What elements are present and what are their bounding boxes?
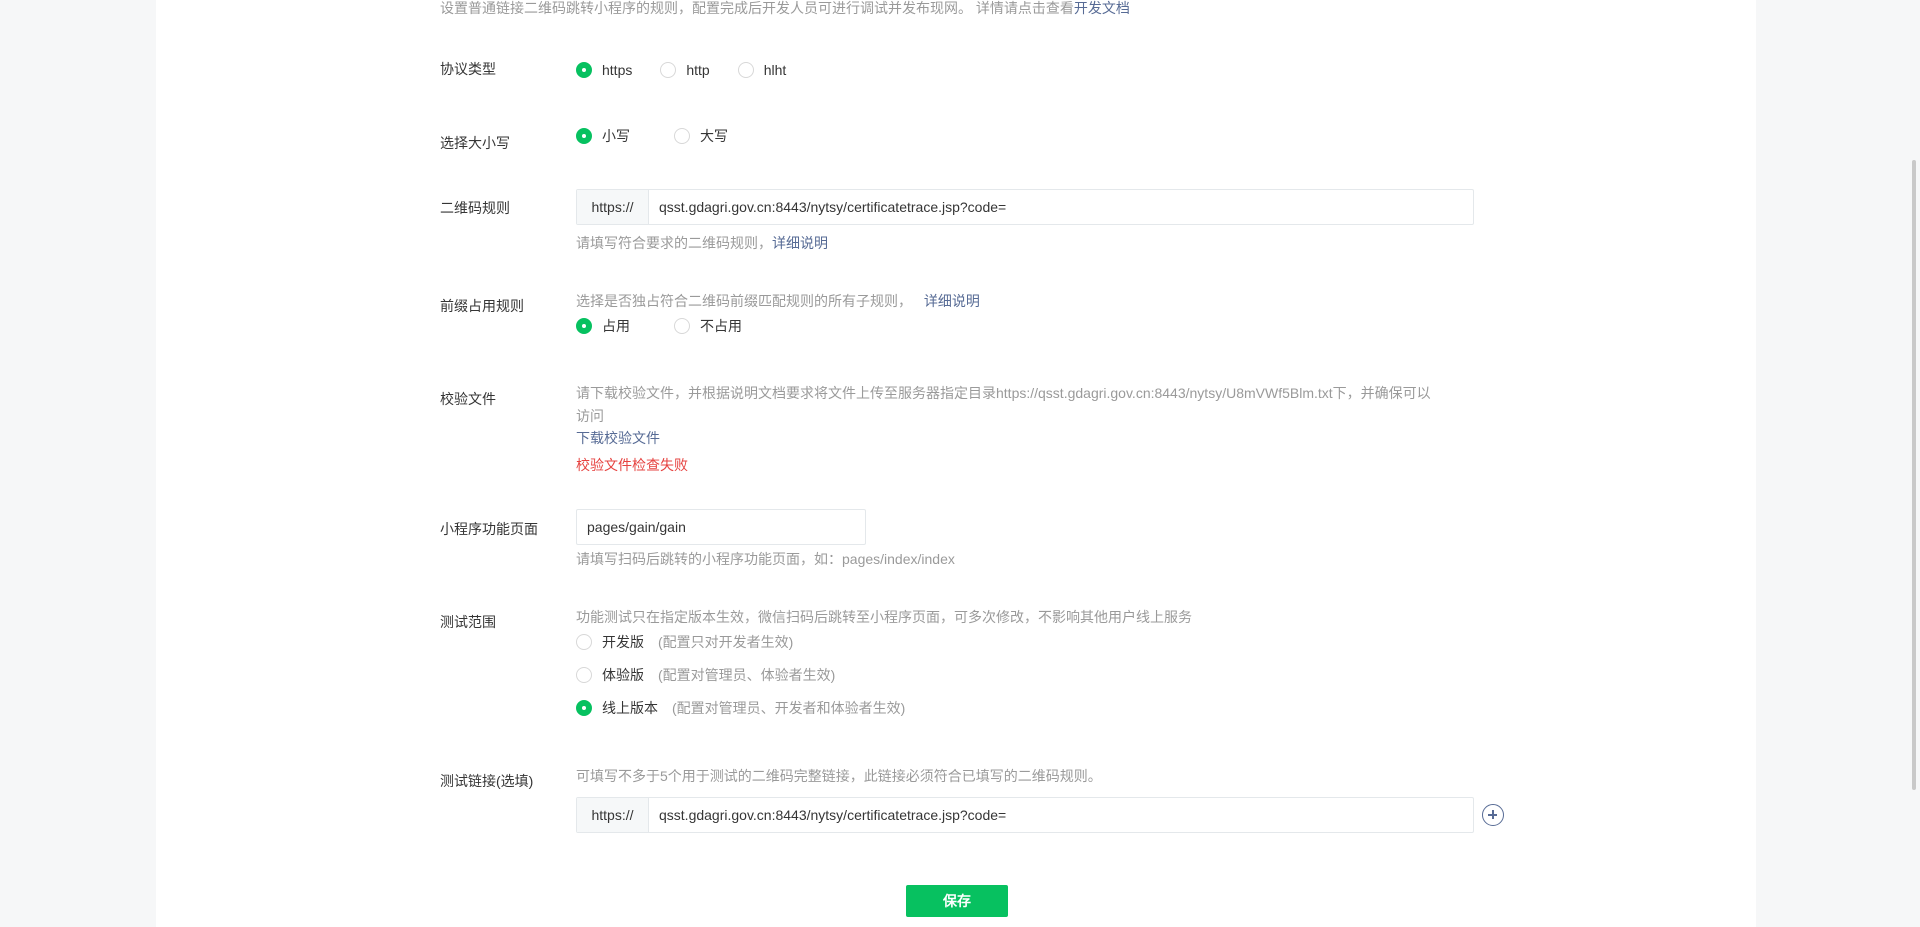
scope-option-dev[interactable]: 开发版 (配置只对开发者生效) (576, 632, 793, 652)
radio-checked-icon[interactable] (576, 700, 592, 716)
protocol-option-https[interactable]: https (576, 60, 632, 80)
radio-label: hlht (763, 62, 787, 78)
save-button[interactable]: 保存 (906, 885, 1008, 917)
case-radio-group: 小写 大写 (576, 126, 728, 146)
prefix-option-occupy[interactable]: 占用 (576, 316, 630, 336)
radio-checked-icon[interactable] (576, 128, 592, 144)
prefix-option-not-occupy[interactable]: 不占用 (674, 316, 742, 336)
radio-note: (配置只对开发者生效) (658, 634, 794, 650)
prefix-rule-radio-group: 占用 不占用 (576, 316, 742, 336)
case-option-upper[interactable]: 大写 (674, 126, 728, 146)
radio-unchecked-icon[interactable] (576, 634, 592, 650)
test-link-label: 测试链接(选填) (440, 773, 534, 789)
prefix-rule-hint: 选择是否独占符合二维码前缀匹配规则的所有子规则， 详细说明 (576, 290, 980, 312)
radio-unchecked-icon[interactable] (737, 62, 754, 78)
test-link-input-group: https:// qsst.gdagri.gov.cn:8443/nytsy/c… (576, 797, 1474, 833)
settings-panel (156, 0, 1756, 927)
prefix-rule-hint-text: 选择是否独占符合二维码前缀匹配规则的所有子规则， (576, 293, 912, 309)
test-link-prefix: https:// (577, 798, 649, 832)
test-link-input[interactable]: qsst.gdagri.gov.cn:8443/nytsy/certificat… (649, 798, 1473, 832)
case-option-lower[interactable]: 小写 (576, 126, 630, 146)
radio-unchecked-icon[interactable] (576, 667, 592, 683)
verify-file-error: 校验文件检查失败 (576, 457, 688, 473)
test-link-hint: 可填写不多于5个用于测试的二维码完整链接，此链接必须符合已填写的二维码规则。 (576, 768, 1102, 784)
protocol-option-http[interactable]: http (660, 60, 710, 80)
radio-label: 大写 (700, 128, 728, 144)
page-scrollbar[interactable] (1912, 160, 1916, 790)
scope-option-trial[interactable]: 体验版 (配置对管理员、体验者生效) (576, 665, 835, 685)
qr-rule-hint-text: 请填写符合要求的二维码规则， (576, 235, 772, 251)
radio-unchecked-icon[interactable] (674, 318, 690, 334)
scope-option-online[interactable]: 线上版本 (配置对管理员、开发者和体验者生效) (576, 698, 905, 718)
dev-docs-link[interactable]: 开发文档 (1074, 0, 1130, 16)
page-hint: 请填写扫码后跳转的小程序功能页面，如：pages/index/index (576, 551, 955, 567)
qr-rule-label: 二维码规则 (440, 200, 510, 216)
test-scope-hint: 功能测试只在指定版本生效，微信扫码后跳转至小程序页面，可多次修改，不影响其他用户… (576, 609, 1192, 625)
intro-text: 设置普通链接二维码跳转小程序的规则，配置完成后开发人员可进行调试并发布现网。 详… (440, 0, 1130, 16)
radio-label: http (686, 62, 710, 78)
qr-rule-hint: 请填写符合要求的二维码规则，详细说明 (576, 232, 828, 254)
radio-label: 不占用 (700, 318, 742, 334)
case-label: 选择大小写 (440, 135, 510, 151)
radio-label: 开发版 (602, 634, 644, 650)
radio-note: (配置对管理员、体验者生效) (658, 667, 836, 683)
radio-checked-icon[interactable] (576, 318, 592, 334)
radio-unchecked-icon[interactable] (674, 128, 690, 144)
protocol-option-hlht[interactable]: hlht (737, 60, 787, 80)
qr-rule-input[interactable]: qsst.gdagri.gov.cn:8443/nytsy/certificat… (649, 190, 1473, 224)
radio-unchecked-icon[interactable] (660, 62, 677, 78)
protocol-label: 协议类型 (440, 61, 496, 77)
radio-checked-icon[interactable] (576, 62, 592, 78)
radio-label: https (602, 62, 633, 78)
verify-file-desc-line2: 访问 (576, 408, 604, 424)
radio-note: (配置对管理员、开发者和体验者生效) (672, 700, 906, 716)
page-input[interactable]: pages/gain/gain (576, 509, 866, 545)
qr-rule-input-group: https:// qsst.gdagri.gov.cn:8443/nytsy/c… (576, 189, 1474, 225)
radio-label: 小写 (602, 128, 630, 144)
qr-rule-detail-link[interactable]: 详细说明 (772, 235, 828, 251)
prefix-rule-label: 前缀占用规则 (440, 298, 524, 314)
prefix-rule-detail-link[interactable]: 详细说明 (924, 293, 980, 309)
radio-label: 占用 (602, 318, 630, 334)
intro-description: 设置普通链接二维码跳转小程序的规则，配置完成后开发人员可进行调试并发布现网。 详… (440, 0, 1074, 16)
verify-file-desc-line1: 请下载校验文件，并根据说明文档要求将文件上传至服务器指定目录https://qs… (576, 385, 1431, 401)
radio-label: 线上版本 (602, 700, 658, 716)
add-test-link-icon[interactable] (1482, 804, 1504, 826)
download-verify-file-link[interactable]: 下载校验文件 (576, 427, 660, 449)
test-scope-label: 测试范围 (440, 614, 496, 630)
page-label: 小程序功能页面 (440, 521, 538, 537)
qr-rule-prefix: https:// (577, 190, 649, 224)
protocol-radio-group: https http hlht (576, 60, 786, 80)
verify-file-label: 校验文件 (440, 391, 496, 407)
radio-label: 体验版 (602, 667, 644, 683)
